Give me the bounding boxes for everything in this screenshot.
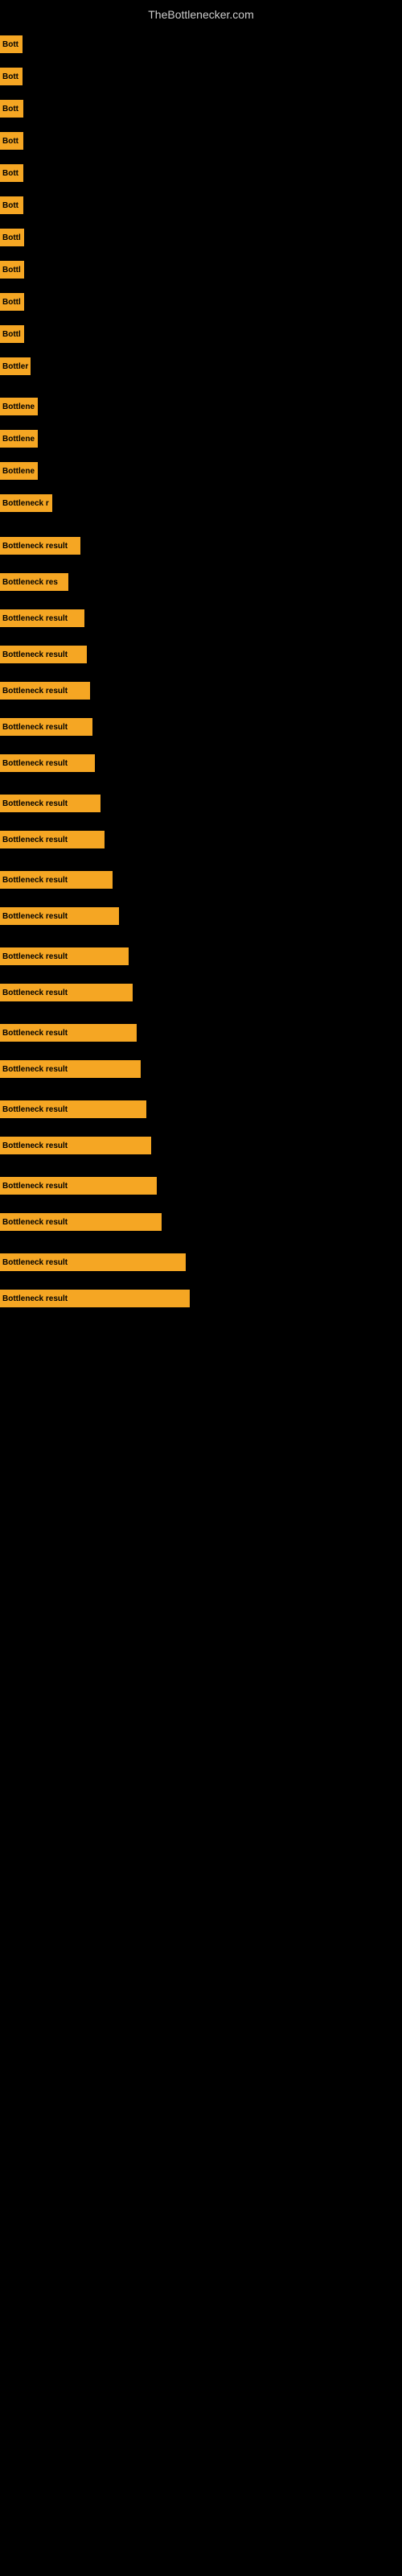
list-item: Bott: [0, 163, 402, 184]
list-item: Bott: [0, 195, 402, 216]
list-item: Bottleneck result: [0, 1135, 402, 1156]
list-item: Bott: [0, 98, 402, 119]
bottleneck-label: Bottleneck result: [0, 1137, 151, 1154]
bottleneck-label: Bottleneck result: [0, 646, 87, 663]
bottleneck-label: Bottleneck result: [0, 795, 100, 812]
list-item: Bottleneck result: [0, 1288, 402, 1309]
bottleneck-label: Bottlene: [0, 398, 38, 415]
list-item: Bott: [0, 34, 402, 55]
list-item: Bottleneck result: [0, 906, 402, 927]
bottleneck-label: Bott: [0, 100, 23, 118]
bottleneck-label: Bott: [0, 68, 23, 85]
bottleneck-label: Bottler: [0, 357, 31, 375]
bottleneck-label: Bottl: [0, 229, 24, 246]
list-item: Bottl: [0, 291, 402, 312]
bottleneck-label: Bottleneck r: [0, 494, 52, 512]
bottleneck-label: Bottleneck result: [0, 1024, 137, 1042]
bottleneck-label: Bottl: [0, 293, 24, 311]
bottleneck-label: Bott: [0, 196, 23, 214]
bottleneck-label: Bottleneck result: [0, 947, 129, 965]
bottleneck-label: Bottleneck result: [0, 1213, 162, 1231]
bottleneck-label: Bottleneck result: [0, 609, 84, 627]
bottleneck-label: Bottl: [0, 325, 24, 343]
bottleneck-label: Bottleneck result: [0, 1253, 186, 1271]
list-item: Bottl: [0, 259, 402, 280]
list-item: Bott: [0, 66, 402, 87]
list-item: Bottleneck result: [0, 946, 402, 967]
bottleneck-label: Bott: [0, 164, 23, 182]
list-item: Bottleneck result: [0, 1022, 402, 1043]
list-item: Bottleneck result: [0, 1059, 402, 1080]
list-item: Bottl: [0, 324, 402, 345]
list-item: Bottleneck result: [0, 753, 402, 774]
list-item: Bottleneck result: [0, 1175, 402, 1196]
bottleneck-label: Bott: [0, 132, 23, 150]
site-title: TheBottlenecker.com: [0, 2, 402, 24]
list-item: Bottler: [0, 356, 402, 377]
bottleneck-label: Bottleneck result: [0, 754, 95, 772]
bottleneck-label: Bottleneck result: [0, 984, 133, 1001]
bottleneck-label: Bottleneck result: [0, 871, 113, 889]
list-item: Bottlene: [0, 428, 402, 449]
list-item: Bottleneck result: [0, 535, 402, 556]
bottleneck-label: Bottleneck result: [0, 682, 90, 700]
list-item: Bottleneck result: [0, 1212, 402, 1232]
list-item: Bottleneck result: [0, 982, 402, 1003]
list-item: Bottleneck result: [0, 716, 402, 737]
list-item: Bottleneck result: [0, 1099, 402, 1120]
list-item: Bott: [0, 130, 402, 151]
list-item: Bottleneck res: [0, 572, 402, 592]
list-item: Bottl: [0, 227, 402, 248]
list-item: Bottlene: [0, 460, 402, 481]
bottleneck-label: Bottleneck result: [0, 1060, 141, 1078]
list-item: Bottleneck result: [0, 1252, 402, 1273]
list-item: Bottlene: [0, 396, 402, 417]
list-item: Bottleneck result: [0, 644, 402, 665]
bottleneck-label: Bottleneck res: [0, 573, 68, 591]
bottleneck-label: Bottleneck result: [0, 537, 80, 555]
list-item: Bottleneck result: [0, 680, 402, 701]
list-item: Bottleneck result: [0, 829, 402, 850]
list-item: Bottleneck result: [0, 869, 402, 890]
list-item: Bottleneck result: [0, 793, 402, 814]
bottleneck-label: Bottleneck result: [0, 1100, 146, 1118]
bottleneck-label: Bottleneck result: [0, 718, 92, 736]
list-item: Bottleneck result: [0, 608, 402, 629]
list-item: Bottleneck r: [0, 493, 402, 514]
bottleneck-label: Bott: [0, 35, 23, 53]
bottleneck-label: Bottleneck result: [0, 1177, 157, 1195]
bottleneck-label: Bottl: [0, 261, 24, 279]
bottleneck-label: Bottleneck result: [0, 831, 105, 848]
bottleneck-label: Bottleneck result: [0, 1290, 190, 1307]
bottleneck-label: Bottlene: [0, 430, 38, 448]
bottleneck-label: Bottleneck result: [0, 907, 119, 925]
bottleneck-label: Bottlene: [0, 462, 38, 480]
